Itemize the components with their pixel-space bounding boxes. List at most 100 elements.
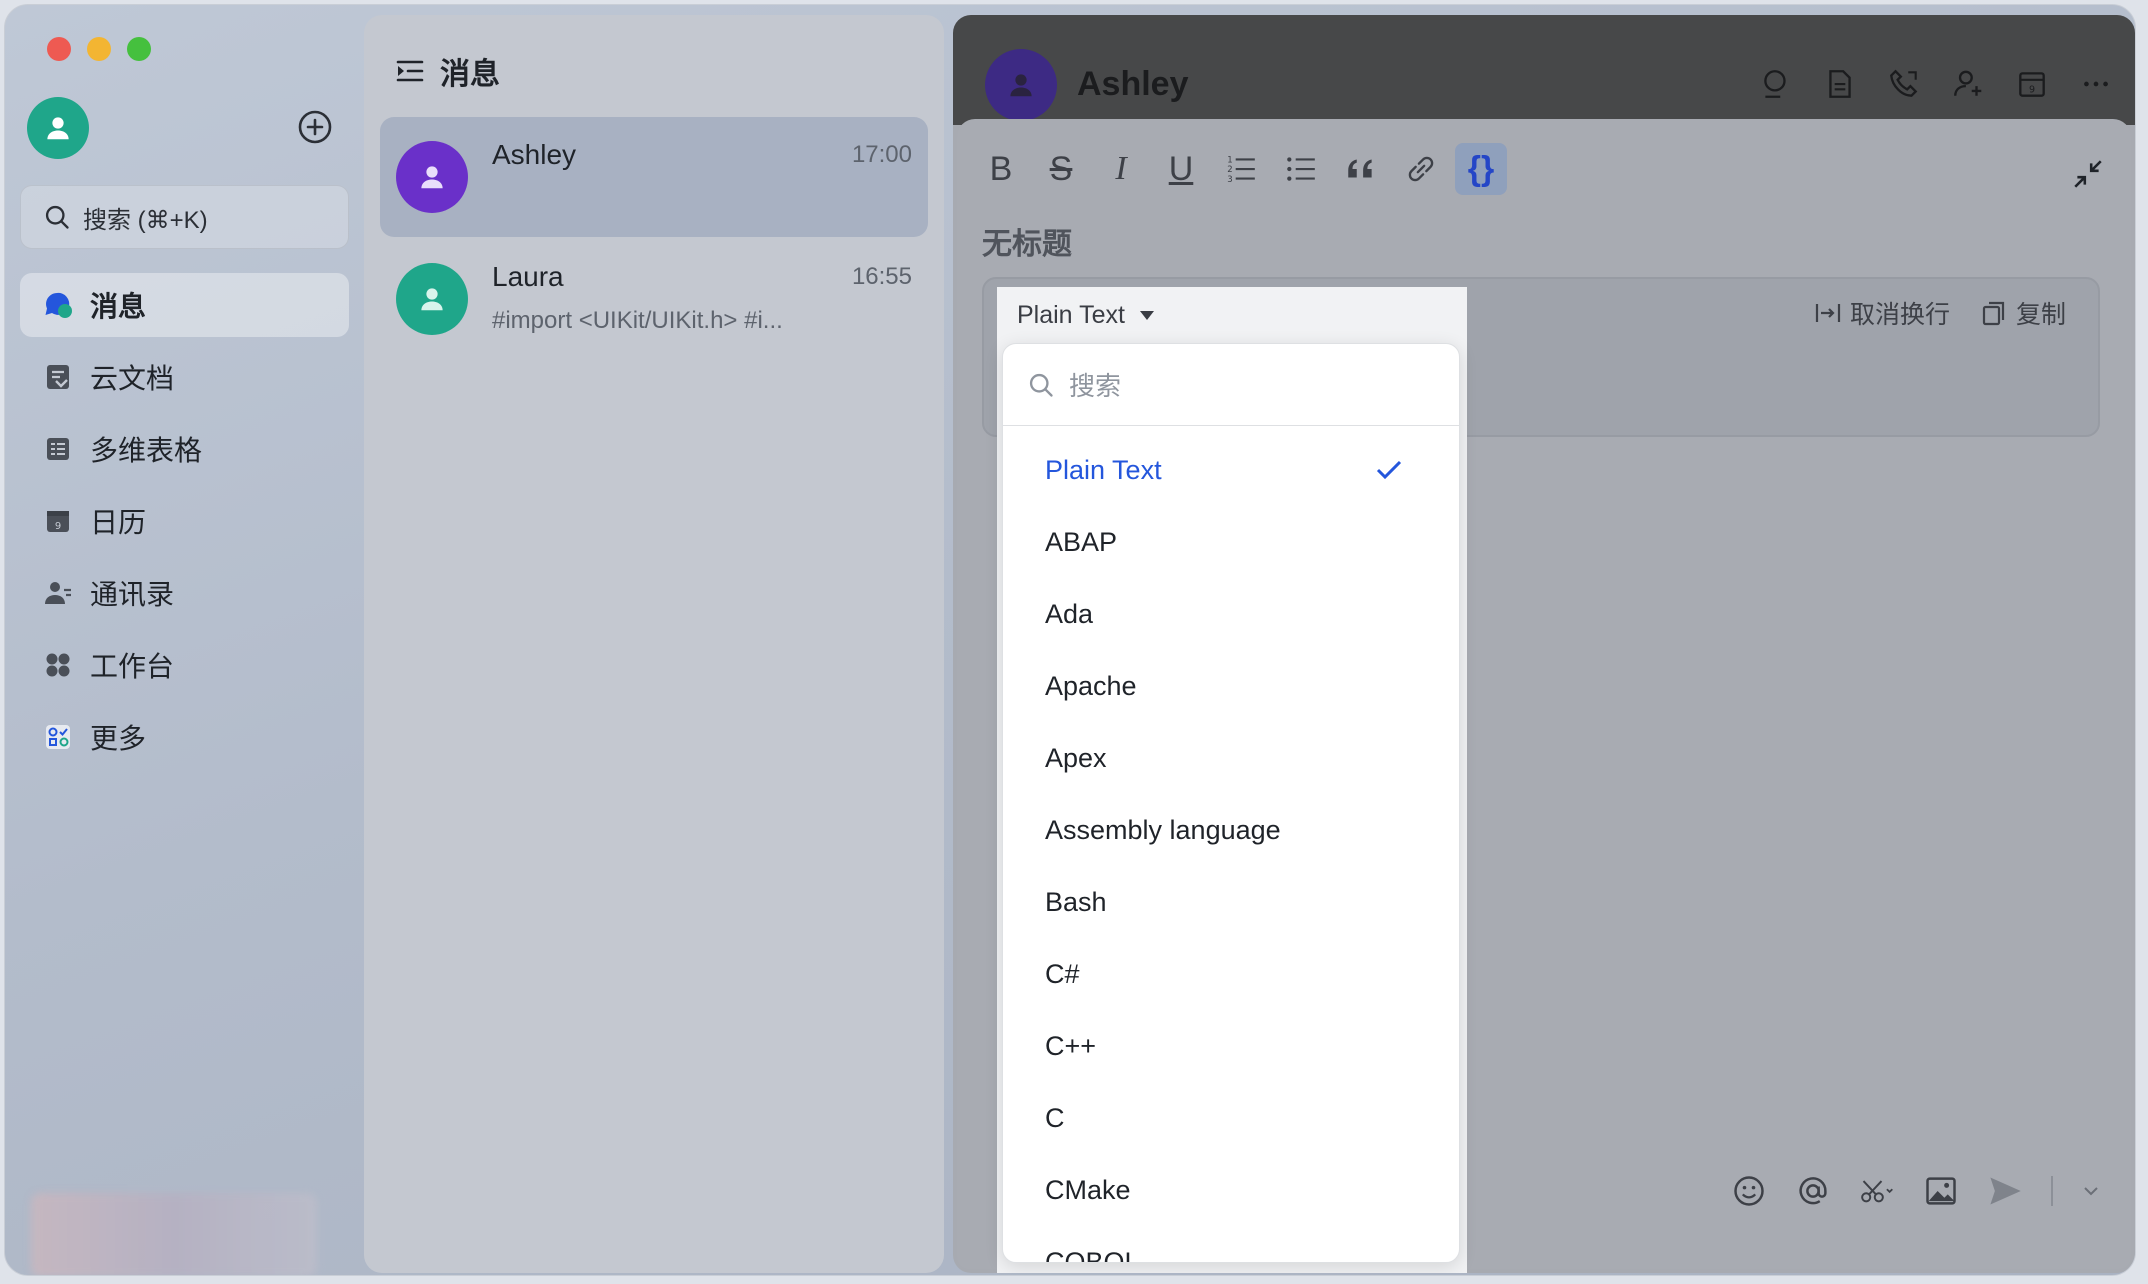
option-label: Assembly language bbox=[1045, 814, 1281, 845]
doc-title[interactable]: 无标题 bbox=[982, 219, 1072, 263]
maximize-window-button[interactable] bbox=[127, 37, 151, 61]
link-icon bbox=[1408, 156, 1434, 182]
caret-down-icon bbox=[1139, 311, 1154, 320]
bullet-list-button[interactable] bbox=[1275, 143, 1327, 195]
image-icon[interactable] bbox=[1923, 1173, 1959, 1209]
language-select[interactable]: Plain Text bbox=[997, 287, 1467, 343]
screenshot-scissors-icon[interactable] bbox=[1859, 1173, 1895, 1209]
language-option-apache[interactable]: Apache bbox=[1003, 650, 1459, 722]
option-label: Ada bbox=[1045, 598, 1094, 629]
code-block-actions: 取消换行 复制 bbox=[1814, 295, 2066, 331]
global-search[interactable]: 搜索 (⌘+K) bbox=[20, 185, 349, 249]
strikethrough-button[interactable]: S bbox=[1035, 143, 1087, 195]
option-label: Apex bbox=[1045, 742, 1107, 773]
sidebar-item-calendar[interactable]: 9 日历 bbox=[20, 489, 349, 553]
svg-text:1: 1 bbox=[1227, 156, 1232, 166]
language-option-plain-text[interactable]: Plain Text bbox=[1003, 434, 1459, 506]
docs-icon bbox=[47, 365, 69, 389]
language-option-bash[interactable]: Bash bbox=[1003, 866, 1459, 938]
sidebar-item-label: 消息 bbox=[90, 291, 147, 322]
chat-item-ashley[interactable]: Ashley 17:00 bbox=[380, 117, 928, 237]
contacts-icon bbox=[45, 582, 71, 604]
underline-label: U bbox=[1168, 149, 1194, 188]
conversation-panel: Ashley 9 B S I U 123 {} 无标题 取消换行 复制 Plai… bbox=[953, 15, 2135, 1273]
chevron-down-icon[interactable] bbox=[2081, 1181, 2101, 1201]
search-icon bbox=[45, 205, 69, 229]
check-icon bbox=[1376, 460, 1402, 480]
user-icon bbox=[421, 288, 443, 311]
workbench-icon bbox=[46, 653, 70, 677]
language-option-cmake[interactable]: CMake bbox=[1003, 1154, 1459, 1226]
quote-button[interactable] bbox=[1335, 143, 1387, 195]
copy-button[interactable]: 复制 bbox=[1980, 295, 2066, 331]
option-label: CMake bbox=[1045, 1174, 1131, 1205]
option-label: C bbox=[1045, 1102, 1065, 1133]
send-icon[interactable] bbox=[1987, 1173, 2023, 1209]
phone-icon[interactable] bbox=[1887, 67, 1921, 101]
code-block-label: {} bbox=[1467, 149, 1495, 188]
language-option-csharp[interactable]: C# bbox=[1003, 938, 1459, 1010]
document-icon[interactable] bbox=[1823, 67, 1857, 101]
svg-text:2: 2 bbox=[1227, 165, 1232, 175]
sidebar-item-contacts[interactable]: 通讯录 bbox=[20, 561, 349, 625]
code-block-button[interactable]: {} bbox=[1455, 143, 1507, 195]
language-dropdown: 搜索 Plain Text ABAP Ada Apache Apex Assem… bbox=[1002, 343, 1460, 1263]
option-label: Apache bbox=[1045, 670, 1137, 701]
add-circle-icon[interactable] bbox=[297, 109, 333, 145]
option-label: Bash bbox=[1045, 886, 1107, 917]
strikethrough-label: S bbox=[1049, 149, 1073, 188]
language-option-cobol[interactable]: COBOL bbox=[1003, 1226, 1459, 1263]
search-placeholder: 搜索 (⌘+K) bbox=[83, 206, 208, 234]
language-search[interactable]: 搜索 bbox=[1003, 344, 1459, 426]
language-option-c[interactable]: C bbox=[1003, 1082, 1459, 1154]
sidebar-item-workbench[interactable]: 工作台 bbox=[20, 633, 349, 697]
collapse-editor-icon[interactable] bbox=[2071, 157, 2105, 191]
sidebar-item-docs[interactable]: 云文档 bbox=[20, 345, 349, 409]
underline-button[interactable]: U bbox=[1155, 143, 1207, 195]
sidebar-item-messages[interactable]: 消息 bbox=[20, 273, 349, 337]
avatar[interactable] bbox=[985, 49, 1057, 121]
ordered-list-button[interactable]: 123 bbox=[1215, 143, 1267, 195]
unwrap-button[interactable]: 取消换行 bbox=[1814, 295, 1950, 331]
avatar bbox=[396, 141, 468, 213]
table-icon bbox=[47, 438, 69, 460]
emoji-icon[interactable] bbox=[1731, 1173, 1767, 1209]
sidebar: 搜索 (⌘+K) 消息 云文档 多维表格 9 日历 通讯录 工作台 更多 bbox=[5, 5, 365, 1275]
avatar bbox=[396, 263, 468, 335]
my-avatar[interactable] bbox=[27, 97, 89, 159]
add-member-icon[interactable] bbox=[1951, 67, 1985, 101]
chat-name: Laura bbox=[492, 261, 564, 292]
option-label: Plain Text bbox=[1045, 454, 1162, 485]
app-window: 搜索 (⌘+K) 消息 云文档 多维表格 9 日历 通讯录 工作台 更多 消息 … bbox=[4, 4, 2136, 1276]
sidebar-item-more[interactable]: 更多 bbox=[20, 705, 349, 769]
composer-actions bbox=[1731, 1173, 2101, 1209]
chat-item-laura[interactable]: Laura 16:55 #import <UIKit/UIKit.h> #i..… bbox=[380, 239, 928, 359]
language-option-abap[interactable]: ABAP bbox=[1003, 506, 1459, 578]
sidebar-item-label: 云文档 bbox=[90, 363, 175, 394]
conversation-title: Ashley bbox=[1077, 65, 1189, 103]
option-label: COBOL bbox=[1045, 1246, 1140, 1263]
bold-label: B bbox=[989, 149, 1013, 188]
close-window-button[interactable] bbox=[47, 37, 71, 61]
format-toolbar: B S I U 123 {} bbox=[975, 143, 1507, 195]
link-button[interactable] bbox=[1395, 143, 1447, 195]
language-option-assembly[interactable]: Assembly language bbox=[1003, 794, 1459, 866]
collapse-list-icon[interactable] bbox=[394, 55, 426, 87]
language-option-cpp[interactable]: C++ bbox=[1003, 1010, 1459, 1082]
calendar-icon[interactable]: 9 bbox=[2015, 67, 2049, 101]
bold-button[interactable]: B bbox=[975, 143, 1027, 195]
italic-button[interactable]: I bbox=[1095, 143, 1147, 195]
mention-icon[interactable] bbox=[1795, 1173, 1831, 1209]
calendar-icon: 9 bbox=[47, 511, 69, 532]
bullet-list-icon bbox=[1287, 157, 1315, 181]
sidebar-item-bitable[interactable]: 多维表格 bbox=[20, 417, 349, 481]
italic-label: I bbox=[1115, 150, 1127, 187]
language-option-ada[interactable]: Ada bbox=[1003, 578, 1459, 650]
search-icon bbox=[1029, 373, 1053, 397]
minimize-window-button[interactable] bbox=[87, 37, 111, 61]
more-icon[interactable] bbox=[2079, 67, 2113, 101]
search-chat-icon[interactable] bbox=[1759, 67, 1793, 101]
quote-icon bbox=[1348, 159, 1372, 178]
language-option-apex[interactable]: Apex bbox=[1003, 722, 1459, 794]
header-actions: 9 bbox=[1759, 67, 2113, 101]
